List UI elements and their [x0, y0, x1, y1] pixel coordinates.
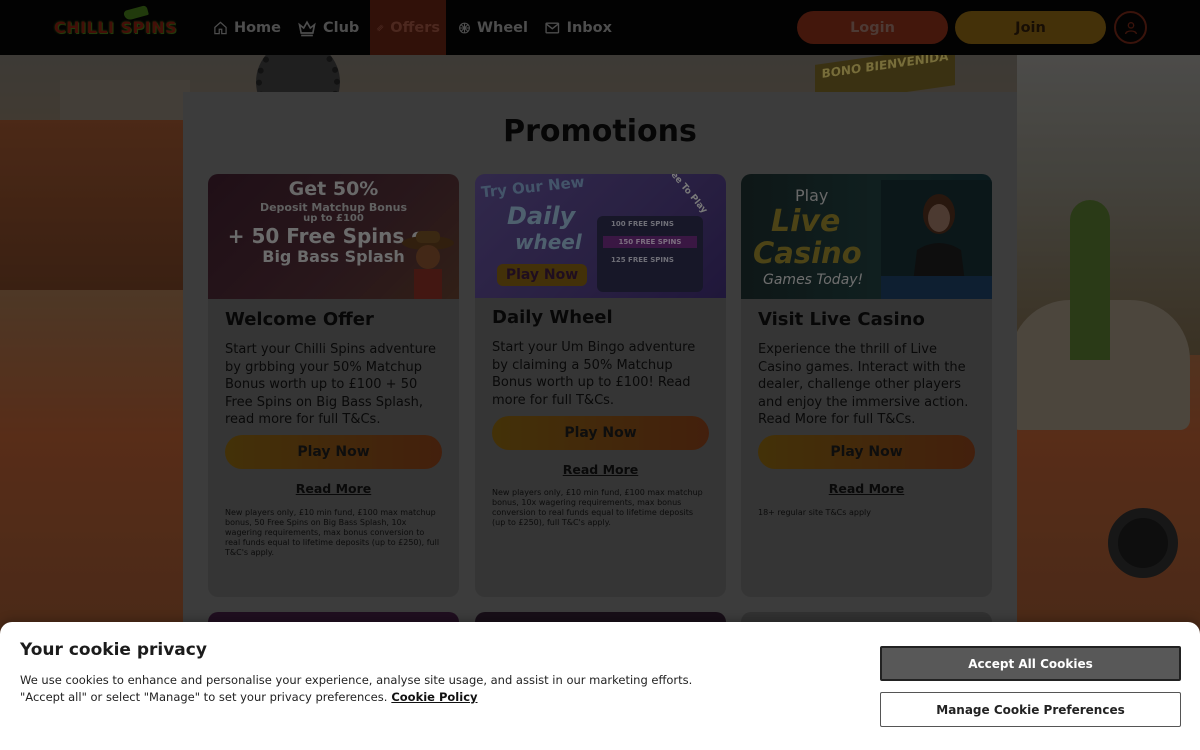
banner-ribbon: Free To Play	[662, 174, 709, 216]
banner-text: Get 50%	[288, 178, 379, 200]
promo-terms: New players only, £10 min fund, £100 max…	[225, 508, 440, 557]
logo-text: CHILLI SPINS	[54, 17, 178, 37]
promo-title: Welcome Offer	[225, 309, 374, 330]
wheel-icon	[459, 22, 470, 33]
nav-offers[interactable]: Offers	[370, 0, 446, 55]
accept-all-cookies-button[interactable]: Accept All Cookies	[880, 646, 1181, 681]
promo-card-welcome: Get 50% Deposit Matchup Bonus up to £100…	[208, 174, 459, 597]
promo-banner-welcome[interactable]: Get 50% Deposit Matchup Bonus up to £100…	[208, 174, 459, 299]
page-title: Promotions	[503, 114, 697, 149]
banner-text: Play	[795, 186, 829, 205]
nav-club-label: Club	[323, 19, 360, 36]
cookie-banner: Your cookie privacy We use cookies to en…	[0, 622, 1200, 750]
promo-banner-live-casino[interactable]: Play Live Casino Games Today!	[741, 174, 992, 299]
main-nav: Home Club Offers Wheel Inbox	[207, 0, 618, 55]
cookie-text: We use cookies to enhance and personalis…	[20, 672, 740, 706]
promo-terms: 18+ regular site T&Cs apply	[758, 508, 871, 517]
nav-home[interactable]: Home	[207, 0, 287, 55]
promo-description: Experience the thrill of Live Casino gam…	[758, 342, 969, 427]
dealer-illustration	[881, 180, 992, 299]
banner-text: Live	[771, 204, 841, 239]
nav-wheel-label: Wheel	[477, 19, 528, 36]
banner-text: 100 FREE SPINS	[611, 220, 674, 228]
read-more-link[interactable]: Read More	[741, 481, 992, 496]
account-button[interactable]	[1114, 11, 1147, 44]
fisherman-illustration	[402, 231, 454, 299]
nav-offers-label: Offers	[390, 19, 440, 36]
promo-description: Start your Um Bingo adventure by claimin…	[492, 340, 696, 408]
banner-text: up to £100	[303, 213, 364, 224]
promo-banner-daily-wheel[interactable]: Try Our New Daily wheel Play Now Free To…	[475, 174, 726, 298]
nav-wheel[interactable]: Wheel	[452, 0, 534, 55]
login-button[interactable]: Login	[797, 11, 948, 44]
nav-inbox-label: Inbox	[566, 19, 612, 36]
home-icon	[214, 21, 227, 34]
cookie-message: We use cookies to enhance and personalis…	[20, 673, 693, 704]
background-cactus	[1070, 200, 1110, 360]
play-now-button[interactable]: Play Now	[758, 435, 975, 469]
nav-club[interactable]: Club	[291, 0, 366, 55]
banner-text: Casino	[753, 236, 862, 270]
manage-cookie-preferences-button[interactable]: Manage Cookie Preferences	[880, 692, 1181, 727]
ticket-icon	[376, 24, 384, 31]
banner-play-badge: Play Now	[497, 264, 587, 286]
background-building	[0, 120, 190, 290]
promo-description: Start your Chilli Spins adventure by grb…	[225, 342, 436, 427]
nav-home-label: Home	[233, 19, 281, 36]
promo-title: Daily Wheel	[492, 307, 613, 328]
banner-text: Try Our New	[480, 174, 586, 202]
banner-text: Games Today!	[763, 272, 864, 288]
promo-card-daily-wheel: Try Our New Daily wheel Play Now Free To…	[475, 174, 726, 597]
play-now-button[interactable]: Play Now	[225, 435, 442, 469]
read-more-link[interactable]: Read More	[475, 462, 726, 477]
banner-text: wheel	[515, 230, 582, 254]
promo-terms: New players only, £10 min fund, £100 max…	[492, 488, 703, 527]
nav-inbox[interactable]: Inbox	[538, 0, 618, 55]
read-more-link[interactable]: Read More	[208, 481, 459, 496]
site-header: CHILLI SPINS Home Club Offers Wheel Inbo…	[0, 0, 1200, 55]
background-tire	[1108, 508, 1178, 578]
user-icon	[1124, 21, 1137, 34]
join-button[interactable]: Join	[955, 11, 1106, 44]
banner-text: 150 FREE SPINS	[603, 236, 697, 248]
play-now-button[interactable]: Play Now	[492, 416, 709, 450]
promo-card-live-casino: Play Live Casino Games Today! Visit Live…	[741, 174, 992, 597]
mail-icon	[545, 21, 560, 34]
cookie-title: Your cookie privacy	[20, 640, 207, 660]
chilli-spins-logo[interactable]: CHILLI SPINS	[54, 5, 200, 42]
banner-spin-panel: 100 FREE SPINS 150 FREE SPINS 125 FREE S…	[597, 216, 703, 292]
cookie-policy-link[interactable]: Cookie Policy	[391, 690, 477, 704]
crown-icon	[298, 19, 316, 36]
banner-text: 125 FREE SPINS	[611, 256, 674, 264]
promo-title: Visit Live Casino	[758, 309, 925, 330]
banner-text: Daily	[507, 202, 576, 230]
